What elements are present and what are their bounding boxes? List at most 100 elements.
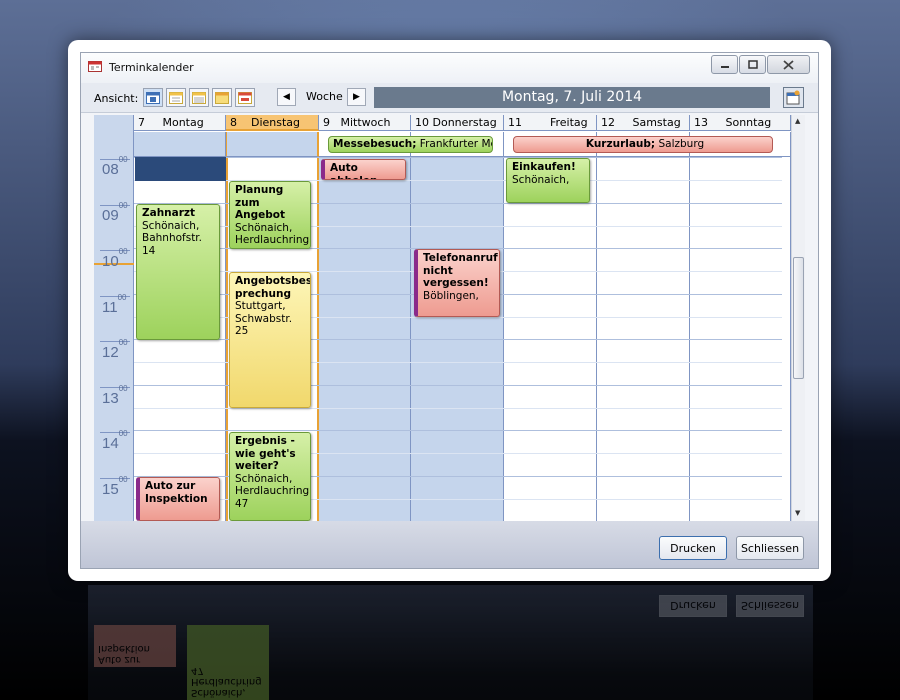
hour-grid-line [134, 157, 782, 158]
day-number: 10 [415, 116, 429, 129]
appointment-title: Auto zur Inspektion [145, 480, 208, 505]
hour-label: 1000 [102, 247, 128, 270]
day-header-saturday[interactable]: 12 Samstag [597, 115, 690, 131]
day-header-wednesday[interactable]: 9 Mittwoch [319, 115, 411, 131]
day-header-thursday[interactable]: 10 Donnerstag [411, 115, 504, 131]
window-reflection: Drucken Schliessen Auto zur Inspektion S… [88, 585, 813, 700]
previous-week-button[interactable]: ◀ [277, 88, 296, 106]
appointment-title: Zahnarzt [142, 207, 196, 219]
title-bar: Terminkalender [81, 53, 818, 83]
appointment-location: Schönaich, Herdlauchring [235, 221, 310, 247]
toolbar: Ansicht: ◀ Woche ▶ Montag, 7. Juli 2014 [81, 83, 818, 113]
day-number: 11 [508, 116, 522, 129]
window-title: Terminkalender [109, 61, 194, 74]
maximize-icon [747, 60, 758, 69]
scrollbar-thumb[interactable] [793, 257, 804, 379]
scroll-up-icon[interactable]: ▲ [795, 117, 800, 125]
hour-label: 1200 [102, 338, 128, 361]
appointment-zahnarzt[interactable]: Zahnarzt Schönaich, Bahnhofstr. 14 [136, 204, 220, 340]
calendar-settings-button[interactable] [783, 87, 804, 108]
calendar-app-icon [88, 61, 102, 72]
appointment-title: Auto abholen [330, 162, 378, 179]
selected-time-slot[interactable] [135, 157, 226, 181]
hour-label: 0800 [102, 155, 128, 178]
hour-label: 1400 [102, 429, 128, 452]
half-hour-grid-line [134, 408, 782, 409]
calendar-window: Terminkalender Ansicht: ◀ Woche ▶ Montag… [68, 40, 831, 581]
appointment-title: Angebotsbes prechung [235, 275, 311, 300]
appointment-location: Schönaich, Herdlauchring 47 [235, 472, 310, 510]
event-title: Messebesuch; [333, 138, 417, 150]
hour-grid-line [134, 430, 782, 431]
window-frame: Terminkalender Ansicht: ◀ Woche ▶ Montag… [80, 52, 819, 569]
appointment-ergebnis[interactable]: Ergebnis - wie geht's weiter? Schönaich,… [229, 432, 311, 521]
allday-event-kurzurlaub[interactable]: Kurzurlaub; Salzburg [513, 136, 773, 153]
day-name: Montag [162, 116, 204, 129]
view-label: Ansicht: [94, 92, 139, 105]
day-name: Freitag [549, 116, 588, 129]
hour-label: 1500 [102, 475, 128, 498]
appointment-auto-abholen[interactable]: Auto abholen [321, 159, 406, 180]
day-name: Dienstag [251, 116, 301, 129]
workweek-view-icon [169, 91, 183, 104]
day-header-tuesday[interactable]: 8 Dienstag [226, 115, 319, 131]
month-view-icon [215, 91, 229, 104]
day-name: Mittwoch [340, 116, 391, 129]
vertical-scrollbar[interactable]: ▲ ▼ [791, 115, 805, 521]
week-grid: 7 Montag 8 Dienstag 9 Mittwoch 10 Donner… [94, 115, 805, 521]
print-button[interactable]: Drucken [659, 536, 727, 560]
hour-label: 0900 [102, 201, 128, 224]
event-detail: Frankfurter Messe [419, 138, 492, 150]
day-header-sunday[interactable]: 13 Sonntag [690, 115, 791, 131]
month-view-button[interactable] [212, 88, 232, 107]
hour-label: 1100 [102, 293, 127, 316]
minimize-icon [720, 65, 729, 68]
week-view-button[interactable] [189, 88, 209, 107]
scroll-down-icon[interactable]: ▼ [795, 509, 800, 517]
close-icon [783, 59, 794, 70]
allday-cell-tuesday[interactable] [226, 132, 319, 157]
workweek-view-button[interactable] [166, 88, 186, 107]
triangle-left-icon: ◀ [283, 92, 290, 102]
year-view-button[interactable] [235, 88, 255, 107]
day-number: 13 [694, 116, 708, 129]
appointment-location: Schönaich, [512, 173, 570, 186]
appointment-telefonanruf[interactable]: Telefonanruf nicht vergessen! Böblingen, [414, 249, 500, 317]
week-view-icon [192, 91, 206, 104]
appointment-title: Planung zum Angebot [235, 184, 285, 221]
view-mode-label: Woche [306, 90, 343, 103]
calendar-settings-icon [786, 90, 800, 105]
next-week-button[interactable]: ▶ [347, 88, 366, 106]
current-date-display: Montag, 7. Juli 2014 [374, 87, 770, 108]
appointment-location: Stuttgart, Schwabstr. 25 [235, 300, 293, 337]
event-title: Kurzurlaub; [585, 138, 656, 150]
allday-cell-monday[interactable] [134, 132, 226, 157]
appointment-planung[interactable]: Planung zum Angebot Schönaich, Herdlauch… [229, 181, 311, 249]
reflection-appointment: Auto zur Inspektion [94, 625, 176, 667]
close-button[interactable] [767, 55, 810, 74]
day-number: 8 [230, 116, 237, 129]
day-number: 12 [601, 116, 615, 129]
appointment-inspektion[interactable]: Auto zur Inspektion [136, 477, 220, 521]
day-number: 9 [323, 116, 330, 129]
triangle-right-icon: ▶ [353, 92, 360, 102]
hour-label: 1300 [102, 384, 128, 407]
day-header-monday[interactable]: 7 Montag [134, 115, 226, 131]
allday-event-messebesuch[interactable]: Messebesuch; Frankfurter Messe [328, 136, 493, 153]
appointment-einkaufen[interactable]: Einkaufen! Schönaich, [506, 158, 590, 203]
day-number: 7 [138, 116, 145, 129]
reflection-print-button: Drucken [659, 595, 727, 617]
appointment-location: Schönaich, Bahnhofstr. 14 [142, 219, 203, 257]
day-header-friday[interactable]: 11 Freitag [504, 115, 597, 131]
appointment-angebotsbesprechung[interactable]: Angebotsbes prechung Stuttgart, Schwabst… [229, 272, 311, 408]
dialog-footer: Drucken Schliessen [81, 521, 818, 568]
day-view-button[interactable] [143, 88, 163, 107]
close-dialog-button[interactable]: Schliessen [736, 536, 804, 560]
appointment-title: Telefonanruf nicht vergessen! [423, 252, 498, 289]
reflection-close-button: Schliessen [736, 595, 804, 617]
appointment-title: Ergebnis - wie geht's weiter? [235, 435, 296, 472]
appointment-title: Einkaufen! [512, 161, 576, 173]
minimize-button[interactable] [711, 55, 738, 74]
year-view-icon [238, 91, 252, 104]
maximize-button[interactable] [739, 55, 766, 74]
